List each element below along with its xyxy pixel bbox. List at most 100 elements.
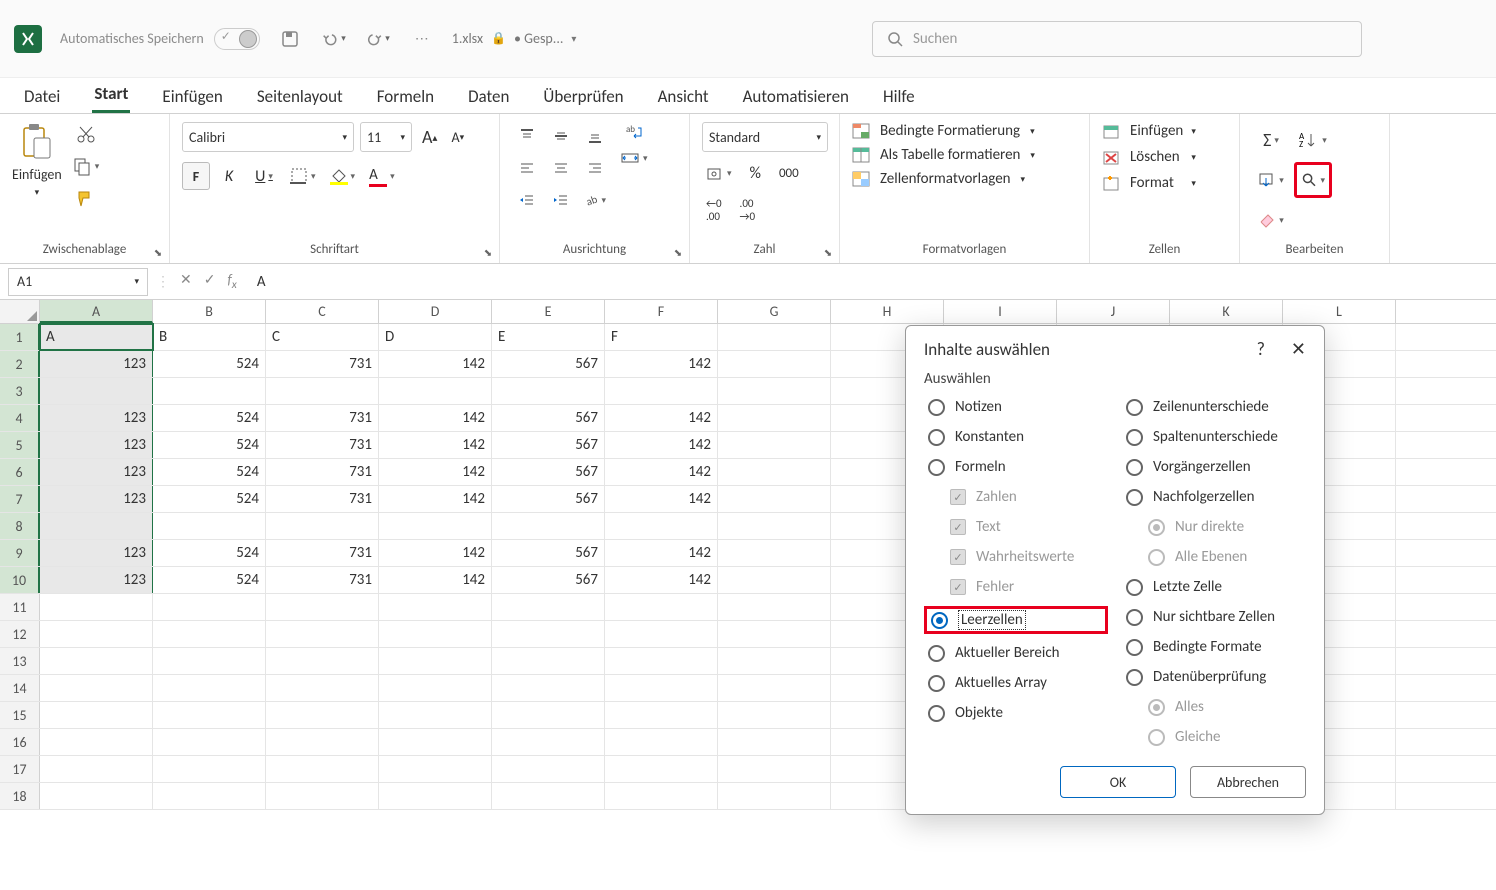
cell-G13[interactable] [718, 648, 831, 674]
cell-E12[interactable] [492, 621, 605, 647]
cell-E7[interactable]: 567 [492, 486, 605, 512]
cell-E10[interactable]: 567 [492, 567, 605, 593]
option-leer[interactable]: Leerzellen [924, 606, 1108, 634]
cell-F16[interactable] [605, 729, 718, 755]
cell-E6[interactable]: 567 [492, 459, 605, 485]
option-aktbereich[interactable]: Aktueller Bereich [924, 642, 1108, 664]
cell-B4[interactable]: 524 [153, 405, 266, 431]
cell-A17[interactable] [40, 756, 153, 782]
align-center[interactable] [546, 154, 576, 182]
cell-A18[interactable] [40, 783, 153, 809]
cell-B17[interactable] [153, 756, 266, 782]
formula-input[interactable]: A [247, 273, 1496, 291]
number-format-select[interactable]: Standard▾ [702, 122, 828, 152]
row-header-12[interactable]: 12 [0, 621, 40, 647]
help-button[interactable]: ? [1257, 338, 1265, 360]
row-header-1[interactable]: 1 [0, 324, 40, 350]
cell-F5[interactable]: 142 [605, 432, 718, 458]
increase-indent[interactable] [546, 186, 576, 214]
cell-C6[interactable]: 731 [266, 459, 379, 485]
cell-D16[interactable] [379, 729, 492, 755]
cell-A6[interactable]: 123 [40, 459, 153, 485]
tab-automatisieren[interactable]: Automatisieren [741, 80, 851, 113]
accept-formula[interactable]: ✓ [204, 271, 216, 292]
cell-G3[interactable] [718, 378, 831, 404]
cancel-formula[interactable]: ✕ [180, 271, 192, 292]
row-header-6[interactable]: 6 [0, 459, 40, 485]
cell-G17[interactable] [718, 756, 831, 782]
cell-G6[interactable] [718, 459, 831, 485]
row-header-2[interactable]: 2 [0, 351, 40, 377]
col-header-A[interactable]: A [40, 300, 153, 323]
row-header-3[interactable]: 3 [0, 378, 40, 404]
cell-E16[interactable] [492, 729, 605, 755]
cell-F3[interactable] [605, 378, 718, 404]
cell-D7[interactable]: 142 [379, 486, 492, 512]
sort-filter-button[interactable]: AZ [1294, 122, 1332, 158]
cell-D6[interactable]: 142 [379, 459, 492, 485]
cell-D10[interactable]: 142 [379, 567, 492, 593]
clipboard-launcher[interactable]: ⬊ [151, 245, 165, 259]
cell-D8[interactable] [379, 513, 492, 539]
currency-button[interactable] [702, 162, 736, 185]
cell-B8[interactable] [153, 513, 266, 539]
row-header-10[interactable]: 10 [0, 567, 40, 593]
cell-B1[interactable]: B [153, 324, 266, 350]
cell-D17[interactable] [379, 756, 492, 782]
cell-A3[interactable] [40, 378, 153, 404]
cell-C11[interactable] [266, 594, 379, 620]
decrease-font-button[interactable]: A▾ [447, 127, 468, 148]
cell-E8[interactable] [492, 513, 605, 539]
cell-A8[interactable] [40, 513, 153, 539]
row-header-16[interactable]: 16 [0, 729, 40, 755]
cell-G8[interactable] [718, 513, 831, 539]
merge-button[interactable] [616, 148, 652, 168]
cell-D4[interactable]: 142 [379, 405, 492, 431]
cell-E14[interactable] [492, 675, 605, 701]
tab-datei[interactable]: Datei [22, 80, 62, 113]
fill-color-button[interactable] [326, 166, 360, 187]
cell-F6[interactable]: 142 [605, 459, 718, 485]
cell-D18[interactable] [379, 783, 492, 809]
autosave[interactable]: Automatisches Speichern [60, 28, 260, 50]
cell-F1[interactable]: F [605, 324, 718, 350]
col-header-B[interactable]: B [153, 300, 266, 323]
cell-B14[interactable] [153, 675, 266, 701]
find-select-button[interactable] [1294, 162, 1332, 198]
redo-button[interactable] [366, 27, 390, 51]
cell-A16[interactable] [40, 729, 153, 755]
cell-styles-button[interactable]: Zellenformatvorlagen▾ [852, 170, 1035, 188]
cell-A13[interactable] [40, 648, 153, 674]
align-launcher[interactable]: ⬊ [671, 245, 685, 259]
cell-G5[interactable] [718, 432, 831, 458]
option-bedingte[interactable]: Bedingte Formate [1122, 636, 1306, 658]
cell-F4[interactable]: 142 [605, 405, 718, 431]
cell-C9[interactable]: 731 [266, 540, 379, 566]
cell-B10[interactable]: 524 [153, 567, 266, 593]
cell-E2[interactable]: 567 [492, 351, 605, 377]
col-header-L[interactable]: L [1283, 300, 1396, 323]
cell-C3[interactable] [266, 378, 379, 404]
number-launcher[interactable]: ⬊ [821, 245, 835, 259]
option-vorgaenger[interactable]: Vorgängerzellen [1122, 456, 1306, 478]
cell-A15[interactable] [40, 702, 153, 728]
option-sichtbar[interactable]: Nur sichtbare Zellen [1122, 606, 1306, 628]
decrease-indent[interactable] [512, 186, 542, 214]
increase-font-button[interactable]: A▴ [418, 124, 441, 150]
cell-E11[interactable] [492, 594, 605, 620]
row-header-8[interactable]: 8 [0, 513, 40, 539]
cell-B3[interactable] [153, 378, 266, 404]
format-cells-button[interactable]: Format▾ [1102, 174, 1196, 192]
cond-format-button[interactable]: Bedingte Formatierung▾ [852, 122, 1035, 140]
font-color-button[interactable]: A [365, 164, 399, 189]
cell-A14[interactable] [40, 675, 153, 701]
cell-E5[interactable]: 567 [492, 432, 605, 458]
option-formeln[interactable]: Formeln [924, 456, 1108, 478]
save-icon[interactable] [278, 27, 302, 51]
cell-F9[interactable]: 142 [605, 540, 718, 566]
align-middle[interactable] [546, 122, 576, 150]
cell-A7[interactable]: 123 [40, 486, 153, 512]
cell-A1[interactable]: A [40, 324, 153, 350]
border-button[interactable] [286, 165, 320, 187]
align-bottom[interactable] [580, 122, 610, 150]
